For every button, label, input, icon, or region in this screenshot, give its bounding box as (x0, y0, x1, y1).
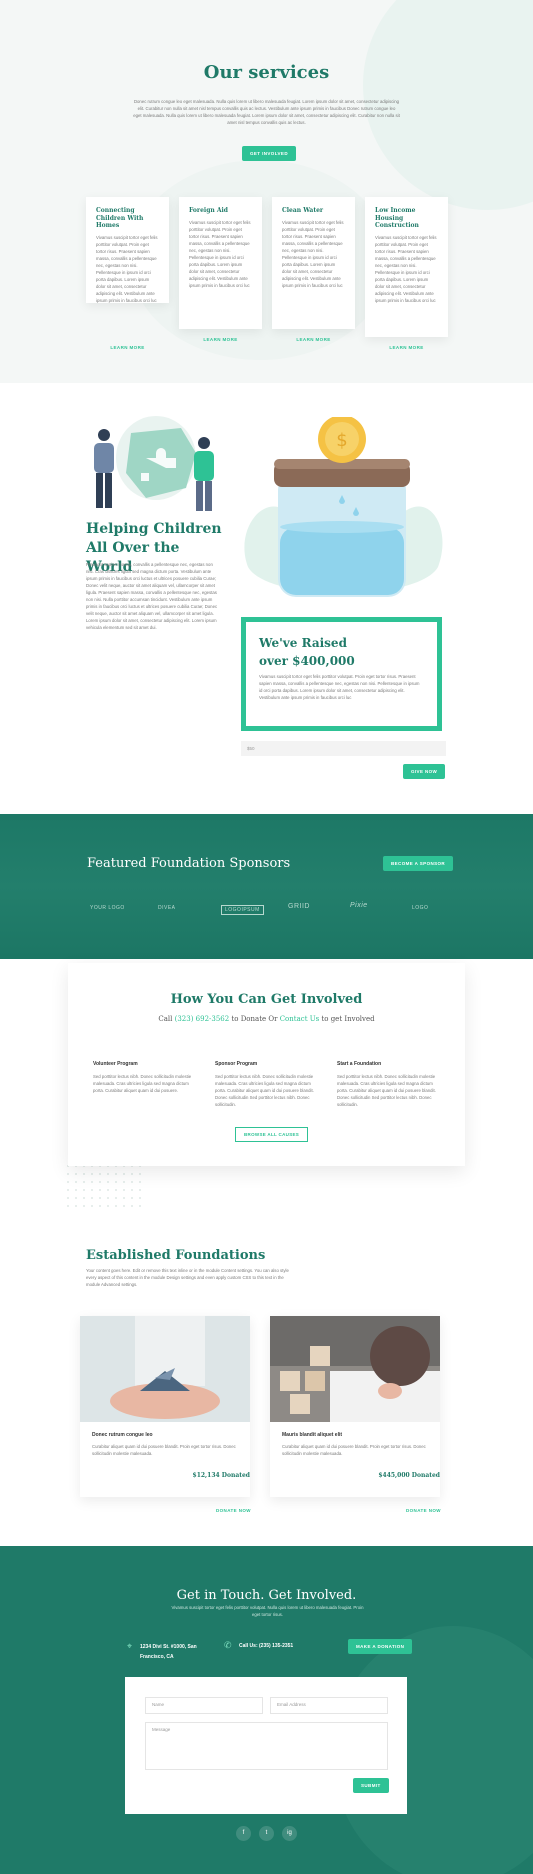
involved-column-title: Volunteer Program (93, 1061, 138, 1067)
submit-button[interactable]: Submit (353, 1778, 389, 1793)
service-card: Connecting Children With Homes Vivamus s… (86, 197, 169, 303)
service-card-text: Vivamus suscipit tortor eget felis portt… (96, 234, 158, 303)
contact-us-link[interactable]: Contact Us (280, 1015, 320, 1023)
raised-title: We've Raised over $400,000 (259, 636, 355, 668)
give-now-button[interactable]: Give Now (403, 764, 446, 779)
sponsor-logo: LOGOIPSUM (221, 905, 264, 915)
amount-input[interactable]: $50 (241, 741, 446, 756)
name-input[interactable]: Name (145, 1697, 263, 1714)
sponsors-section: Featured Foundation Sponsors Become a Sp… (0, 814, 533, 959)
sponsor-logo: LOGO (412, 905, 429, 911)
involved-column-text: Sed porttitor lectus nibh. Donec sollici… (215, 1074, 314, 1107)
involved-column-text: Sed porttitor lectus nibh. Donec sollici… (93, 1074, 192, 1093)
mission-section: Helping Children All Over the World Prae… (0, 383, 533, 814)
services-title: Our services (203, 62, 330, 83)
learn-more-link[interactable]: Learn More (179, 337, 262, 342)
service-card: Low Income Housing Construction Vivamus … (365, 197, 448, 337)
learn-more-link[interactable]: Learn More (272, 337, 355, 342)
address-text: 1234 Divi St. #1000, San Francisco, CA (140, 1644, 197, 1660)
involved-column-text: Sed porttitor lectus nibh. Donec sollici… (337, 1074, 436, 1107)
services-intro: Donec rutrum congue leo eget malesuada. … (133, 99, 400, 125)
contact-section: Get in Touch. Get Involved. Vivamus susc… (0, 1546, 533, 1874)
service-card-text: Vivamus suscipit tortor eget felis portt… (375, 234, 437, 303)
sponsor-logo: GRIID (288, 903, 310, 910)
contact-title: Get in Touch. Get Involved. (176, 1588, 357, 1603)
involved-column: Sponsor Program Sed porttitor lectus nib… (215, 1061, 315, 1108)
svg-text:$: $ (336, 430, 347, 451)
browse-causes-button[interactable]: Browse All Causes (235, 1127, 309, 1142)
foundation-card: Mauris blandit aliquet elit Curabitur al… (270, 1316, 440, 1497)
donate-now-link[interactable]: Donate Now (216, 1508, 251, 1513)
involved-title: How You Can Get Involved (170, 992, 363, 1007)
involved-column: Start a Foundation Sed porttitor lectus … (337, 1061, 437, 1108)
service-card: Foreign Aid Vivamus suscipit tortor eget… (179, 197, 262, 329)
donation-jar-illustration: $ (244, 417, 443, 597)
foundation-card-text: Curabitur aliquet quam id dui posuere bl… (92, 1444, 236, 1456)
facebook-icon[interactable]: f (236, 1826, 251, 1841)
message-textarea[interactable]: Message (145, 1722, 388, 1770)
get-involved-button[interactable]: Get Involved (242, 146, 296, 161)
dot-pattern (66, 1164, 146, 1209)
donate-now-link[interactable]: Donate Now (406, 1508, 441, 1513)
phone-text: Call Us: (235) 135-2351 (239, 1643, 294, 1649)
become-sponsor-button[interactable]: Become a Sponsor (383, 856, 454, 871)
foundation-card: Donec rutrum congue leo Curabitur alique… (80, 1316, 250, 1497)
service-card-text: Vivamus suscipit tortor eget felis portt… (282, 219, 344, 288)
services-section: Our services Donec rutrum congue leo ege… (0, 0, 533, 383)
location-pin-icon: ⌖ (127, 1641, 133, 1651)
email-input[interactable]: Email Address (270, 1697, 388, 1714)
service-card-title: Low Income Housing Construction (375, 207, 419, 229)
hands-bird-image (80, 1316, 250, 1422)
service-card: Clean Water Vivamus suscipit tortor eget… (272, 197, 355, 329)
sponsor-logo: DIVEA (158, 905, 176, 911)
instagram-icon[interactable]: ig (282, 1826, 297, 1841)
contact-form: Name Email Address Message Submit (125, 1677, 407, 1814)
make-donation-button[interactable]: Make a Donation (348, 1639, 413, 1654)
sponsor-logo: YOUR LOGO (90, 905, 125, 911)
learn-more-link[interactable]: Learn More (86, 345, 169, 350)
involved-subtitle: Call (323) 692-3562 to Donate Or Contact… (158, 1015, 375, 1023)
foundation-card-title: Donec rutrum congue leo (92, 1432, 153, 1438)
foundation-card-title: Mauris blandit aliquet elit (282, 1432, 343, 1438)
learn-more-link[interactable]: Learn More (365, 345, 448, 350)
donated-amount: $445,000 Donated (378, 1472, 440, 1479)
involved-column-title: Start a Foundation (337, 1061, 382, 1067)
foundations-section: Established Foundations Your content goe… (0, 1213, 533, 1546)
phone-icon: ✆ (224, 1640, 232, 1650)
service-card-title: Clean Water (282, 207, 324, 214)
foundations-intro: Your content goes here. Edit or remove t… (86, 1268, 289, 1287)
involved-column-title: Sponsor Program (215, 1061, 258, 1067)
puzzle-illustration (94, 416, 214, 511)
mission-text: Praesent sapien massa, convallis a pelle… (86, 562, 218, 630)
service-card-title: Foreign Aid (189, 207, 228, 214)
blocks-writing-image (270, 1316, 440, 1422)
phone-link[interactable]: (323) 692-3562 (175, 1015, 230, 1023)
involved-column: Volunteer Program Sed porttitor lectus n… (93, 1061, 193, 1094)
service-card-text: Vivamus suscipit tortor eget felis portt… (189, 219, 251, 288)
contact-intro: Vivamus suscipit tortor eget felis portt… (171, 1605, 364, 1617)
sponsors-title: Featured Foundation Sponsors (87, 856, 291, 871)
involved-card: How You Can Get Involved Call (323) 692-… (68, 963, 465, 1166)
raised-text: Vivamus suscipit tortor eget felis portt… (259, 674, 420, 700)
raised-box: We've Raised over $400,000 Vivamus susci… (241, 617, 442, 731)
donated-amount: $12,134 Donated (192, 1472, 250, 1479)
foundations-title: Established Foundations (86, 1248, 266, 1263)
twitter-icon[interactable]: t (259, 1826, 274, 1841)
foundation-card-text: Curabitur aliquet quam id dui posuere bl… (282, 1444, 426, 1456)
service-card-title: Connecting Children With Homes (96, 207, 144, 229)
sponsor-logo: Pixie (350, 902, 368, 909)
